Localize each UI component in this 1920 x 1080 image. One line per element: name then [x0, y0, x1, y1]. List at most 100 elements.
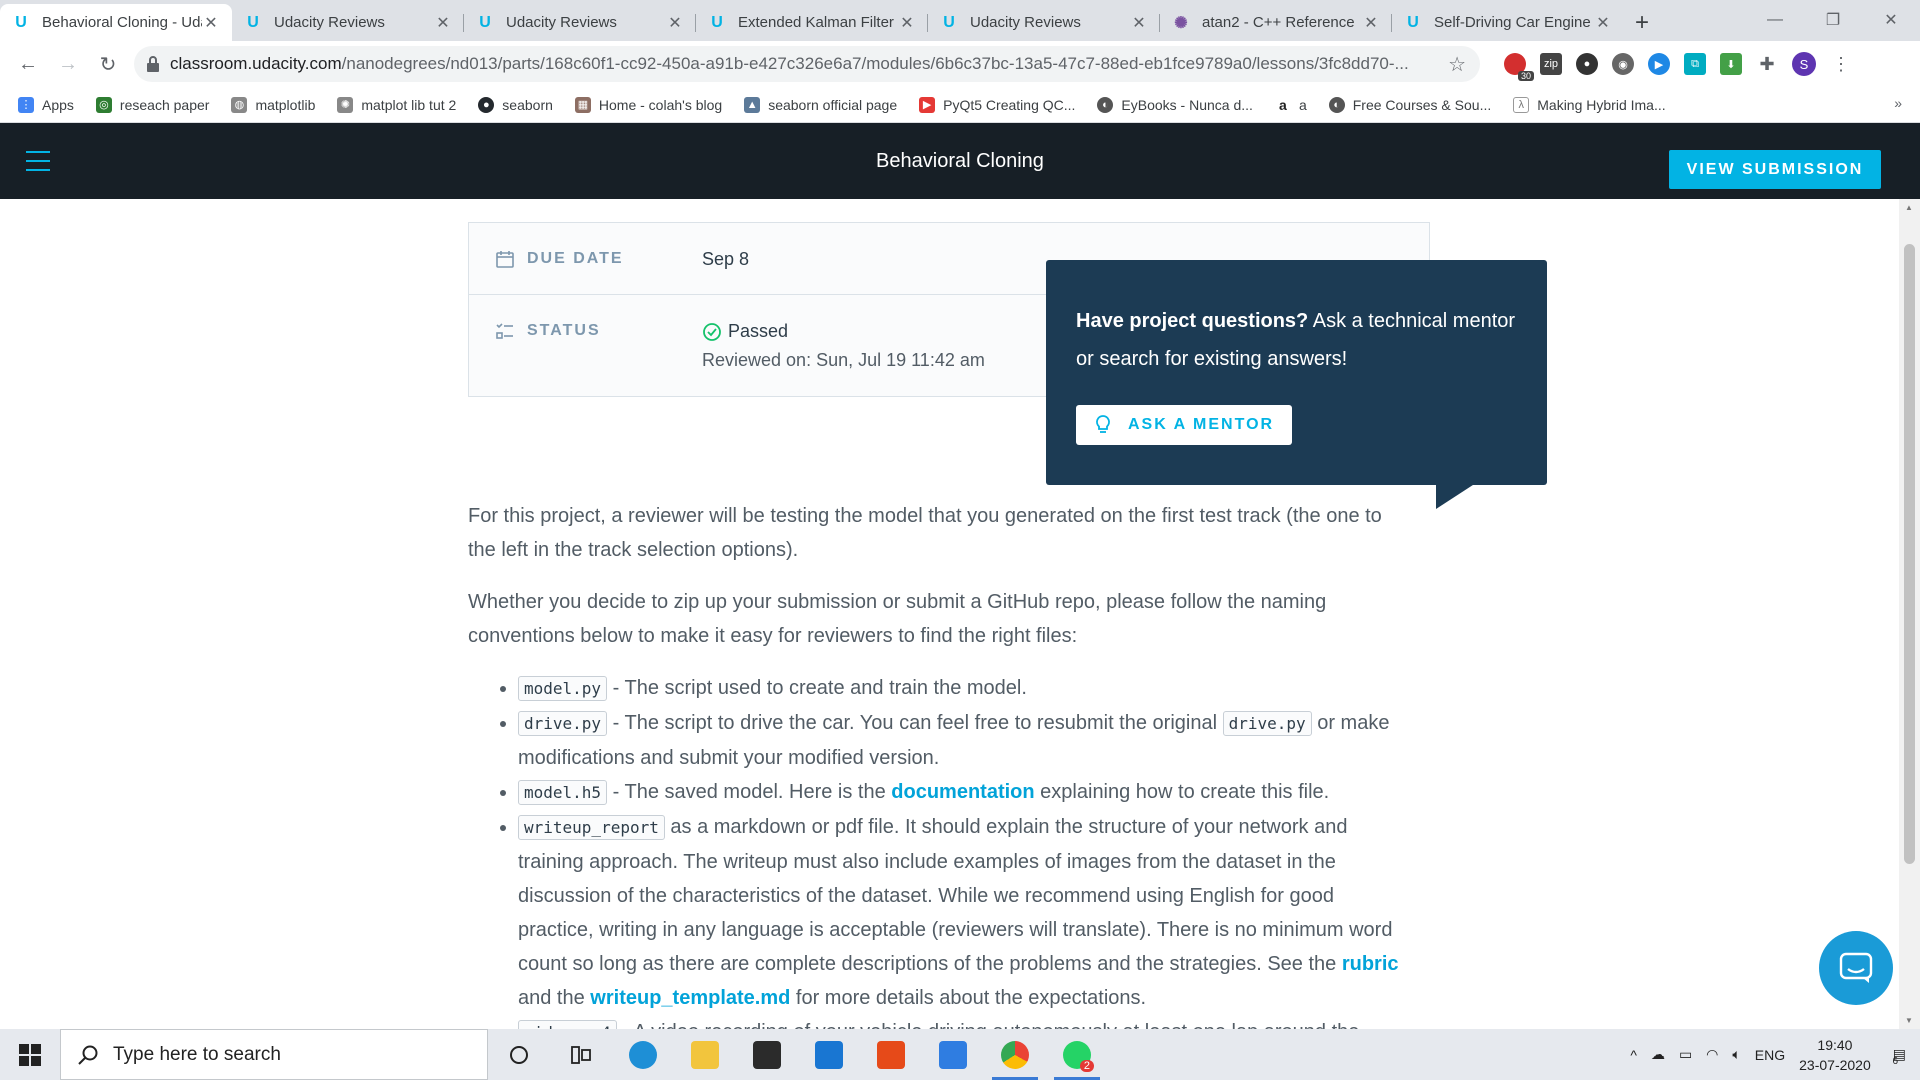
tab-title: Udacity Reviews	[506, 14, 617, 31]
microsoft-store-icon[interactable]	[736, 1029, 798, 1080]
checklist-icon	[496, 323, 513, 339]
gear-icon: ✺	[337, 96, 354, 113]
tab-title: atan2 - C++ Reference	[1202, 14, 1355, 31]
browser-tab-strip: U Behavioral Cloning - Uda ✕ U Udacity R…	[0, 0, 1920, 41]
bookmarks-overflow-icon[interactable]: »	[1894, 95, 1902, 111]
language-indicator[interactable]: ENG	[1755, 1047, 1785, 1063]
extension-play-icon[interactable]: ▶	[1648, 53, 1670, 75]
system-tray: ^ ☁ ▭ ◠ 🔈︎ ENG 19:40 23-07-2020 ▤ 6	[1630, 1029, 1920, 1080]
close-icon[interactable]: ✕	[434, 13, 452, 33]
bookmark-item[interactable]: aa	[1274, 96, 1307, 113]
matplotlib-icon: ◍	[231, 96, 248, 113]
page-scrollbar[interactable]: ▲ ▼	[1899, 199, 1920, 1029]
check-circle-icon	[703, 322, 721, 341]
profile-avatar[interactable]: S	[1792, 52, 1816, 76]
extension-badge: 30	[1517, 71, 1534, 81]
url-domain: classroom.udacity.com	[170, 54, 342, 73]
bookmark-item[interactable]: ◎ reseach paper	[95, 96, 209, 113]
browser-tab[interactable]: U Extended Kalman Filter ✕	[696, 4, 928, 41]
chevron-up-icon[interactable]: ^	[1630, 1047, 1637, 1063]
bookmark-item[interactable]: ◐ Free Courses & Sou...	[1328, 96, 1491, 113]
close-icon[interactable]: ✕	[1362, 13, 1380, 33]
mail-icon[interactable]	[798, 1029, 860, 1080]
bookmark-item[interactable]: ▦ Home - colah's blog	[574, 96, 722, 113]
window-controls: — ❐ ✕	[1746, 0, 1920, 40]
youtube-icon: ▶	[919, 96, 936, 113]
due-date-value: Sep 8	[702, 249, 750, 269]
file-list: model.py - The script used to create and…	[468, 671, 1408, 1029]
extension-gitzip-icon[interactable]: zip	[1540, 53, 1562, 75]
paragraph: For this project, a reviewer will be tes…	[468, 505, 1382, 561]
forward-icon[interactable]: →	[48, 44, 88, 84]
clock[interactable]: 19:40 23-07-2020	[1799, 1035, 1871, 1075]
edge-browser-icon[interactable]	[612, 1029, 674, 1080]
udacity-icon: U	[1407, 13, 1419, 31]
close-icon[interactable]: ✕	[666, 13, 684, 33]
minimize-icon[interactable]: —	[1746, 0, 1804, 40]
browser-tab[interactable]: U Udacity Reviews ✕	[928, 4, 1160, 41]
bookmark-item[interactable]: ◍ matplotlib	[231, 96, 315, 113]
ask-mentor-button[interactable]: ASK A MENTOR	[1076, 405, 1292, 445]
close-window-icon[interactable]: ✕	[1862, 0, 1920, 40]
page-header: Behavioral Cloning VIEW SUBMISSION	[0, 123, 1920, 199]
main-content: DUE DATE Sep 8 STATUS Passed Reviewed on…	[0, 199, 1899, 1029]
scroll-up-icon[interactable]: ▲	[1905, 203, 1913, 212]
documentation-link[interactable]: documentation	[891, 781, 1034, 803]
writeup-template-link[interactable]: writeup_template.md	[590, 987, 790, 1009]
browser-tab[interactable]: U Behavioral Cloning - Uda ✕	[0, 4, 232, 41]
onedrive-icon[interactable]: ☁	[1651, 1046, 1665, 1063]
extension-download-icon[interactable]: ⬇	[1720, 53, 1742, 75]
close-icon[interactable]: ✕	[898, 13, 916, 33]
whatsapp-icon[interactable]: 2	[1046, 1029, 1108, 1080]
chat-icon	[1839, 952, 1873, 983]
close-icon[interactable]: ✕	[202, 13, 220, 33]
extension-screen-icon[interactable]: ⧉	[1684, 53, 1706, 75]
view-submission-button[interactable]: VIEW SUBMISSION	[1669, 150, 1881, 189]
taskbar-search-input[interactable]: Type here to search	[60, 1029, 488, 1080]
notification-icon[interactable]: ▤ 6	[1892, 1046, 1906, 1067]
browser-tab[interactable]: U Self-Driving Car Engine ✕	[1392, 4, 1624, 41]
menu-kebab-icon[interactable]: ⋮	[1830, 53, 1852, 75]
windows-start-icon[interactable]	[0, 1029, 60, 1080]
back-icon[interactable]: ←	[8, 44, 48, 84]
browser-tab[interactable]: U Udacity Reviews ✕	[232, 4, 464, 41]
bookmark-item[interactable]: ● seaborn	[478, 96, 553, 113]
volume-icon[interactable]: 🔈︎	[1732, 1046, 1740, 1063]
extension-record-icon[interactable]: ◉	[1612, 53, 1634, 75]
browser-tab[interactable]: U Udacity Reviews ✕	[464, 4, 696, 41]
close-icon[interactable]: ✕	[1594, 13, 1612, 33]
scrollbar-thumb[interactable]	[1904, 244, 1915, 864]
extension-circle-icon[interactable]: ●	[1576, 53, 1598, 75]
wifi-icon[interactable]: ◠	[1706, 1046, 1718, 1063]
new-tab-button[interactable]: +	[1624, 4, 1660, 41]
cortana-icon[interactable]	[488, 1029, 550, 1080]
battery-icon[interactable]: ▭	[1679, 1046, 1692, 1063]
status-badge: Passed	[702, 321, 788, 342]
hamburger-menu-icon[interactable]	[26, 151, 50, 171]
project-instructions: For this project, a reviewer will be tes…	[468, 499, 1408, 1029]
reload-icon[interactable]: ↻	[88, 44, 128, 84]
close-icon[interactable]: ✕	[1130, 13, 1148, 33]
bookmark-item[interactable]: λ Making Hybrid Ima...	[1513, 96, 1666, 113]
bookmark-item[interactable]: ▶ PyQt5 Creating QC...	[919, 96, 1075, 113]
extension-adblock-icon[interactable]: 30	[1504, 53, 1534, 81]
chat-support-button[interactable]	[1819, 931, 1893, 1005]
bookmark-item[interactable]: ✺ matplot lib tut 2	[337, 96, 456, 113]
address-bar[interactable]: classroom.udacity.com/nanodegrees/nd013/…	[134, 46, 1480, 82]
browser-tab[interactable]: ✺ atan2 - C++ Reference ✕	[1160, 4, 1392, 41]
office-icon[interactable]	[860, 1029, 922, 1080]
file-explorer-icon[interactable]	[674, 1029, 736, 1080]
rubric-link[interactable]: rubric	[1342, 953, 1399, 975]
restore-icon[interactable]: ❐	[1804, 0, 1862, 40]
bookmark-item[interactable]: ◐ EyBooks - Nunca d...	[1097, 96, 1253, 113]
extensions-puzzle-icon[interactable]: ✚	[1756, 53, 1778, 75]
bookmark-item[interactable]: ▲ seaborn official page	[744, 96, 897, 113]
bookmark-star-icon[interactable]: ☆	[1448, 52, 1466, 77]
task-view-icon[interactable]	[550, 1029, 612, 1080]
wps-writer-icon[interactable]	[922, 1029, 984, 1080]
paragraph: Whether you decide to zip up your submis…	[468, 591, 1327, 647]
list-item: model.h5 - The saved model. Here is the …	[518, 775, 1408, 810]
chrome-icon[interactable]	[984, 1029, 1046, 1080]
scroll-down-icon[interactable]: ▼	[1905, 1016, 1913, 1025]
bookmark-item[interactable]: ⋮ Apps	[18, 96, 74, 113]
